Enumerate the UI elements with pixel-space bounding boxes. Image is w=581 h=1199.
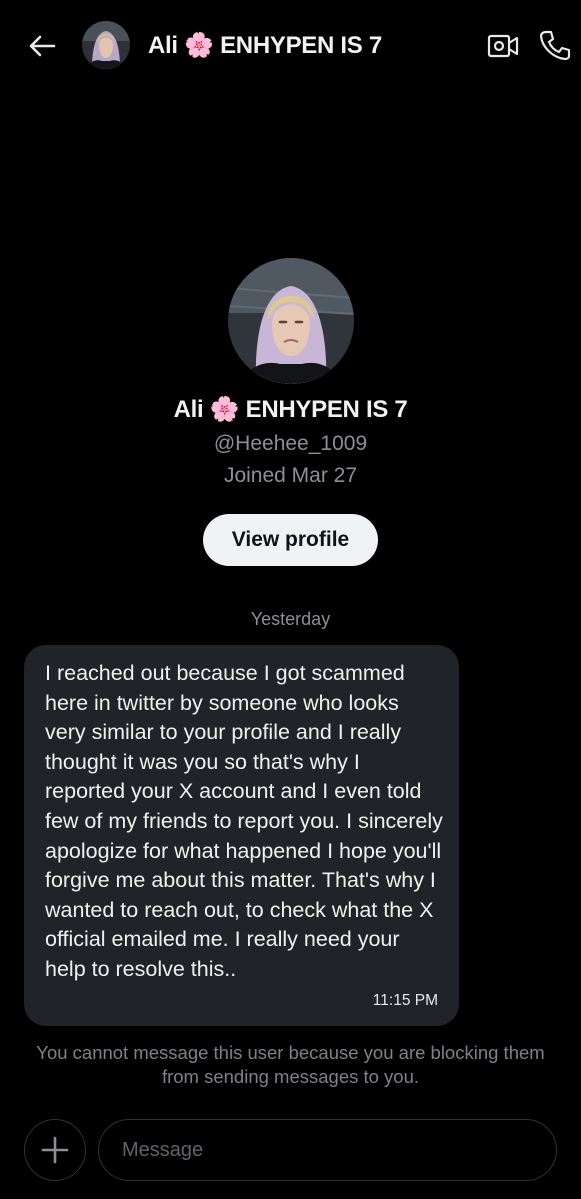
- message-text: I reached out because I got scammed here…: [45, 661, 443, 981]
- message-bubble[interactable]: I reached out because I got scammed here…: [24, 645, 459, 1026]
- avatar-photo: [82, 21, 130, 69]
- conversation-header: Ali 🌸 ENHYPEN IS 7: [0, 0, 581, 92]
- profile-avatar[interactable]: [228, 258, 354, 384]
- phone-icon: [538, 28, 572, 62]
- date-separator: Yesterday: [250, 609, 331, 629]
- arrow-left-icon: [28, 34, 56, 58]
- message-input[interactable]: [98, 1119, 557, 1181]
- profile-photo: [228, 258, 354, 384]
- blocked-notice: You cannot message this user because you…: [36, 1042, 545, 1087]
- add-media-button[interactable]: [24, 1119, 86, 1181]
- voice-call-button[interactable]: [538, 28, 572, 62]
- conversation-title[interactable]: Ali 🌸 ENHYPEN IS 7: [148, 31, 382, 60]
- avatar[interactable]: [82, 21, 130, 69]
- video-call-icon: [486, 31, 520, 61]
- plus-icon: [40, 1135, 70, 1165]
- profile-name: Ali 🌸 ENHYPEN IS 7: [173, 396, 408, 423]
- back-button[interactable]: [24, 28, 60, 64]
- dm-conversation-screen: Ali 🌸 ENHYPEN IS 7 Ali 🌸 ENHYPEN IS 7 @H…: [0, 0, 581, 1199]
- message-timestamp: 11:15 PM: [372, 992, 438, 1009]
- view-profile-button[interactable]: View profile: [203, 514, 378, 566]
- profile-handle: @Heehee_1009: [213, 432, 368, 455]
- video-call-button[interactable]: [486, 31, 520, 61]
- profile-joined-date: Joined Mar 27: [223, 464, 358, 487]
